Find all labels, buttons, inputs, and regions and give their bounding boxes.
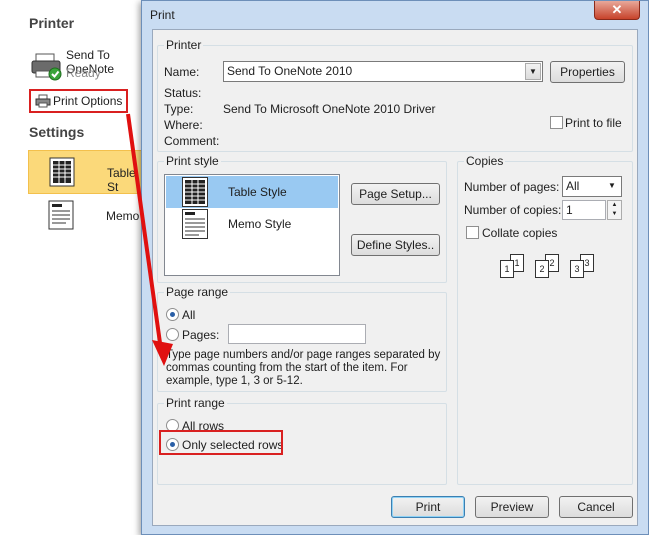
printer-selector[interactable]: Send To OneNote Ready bbox=[28, 44, 148, 90]
style-item-table[interactable]: Table Style bbox=[166, 176, 338, 208]
style-item-table-label: Table Style bbox=[228, 185, 287, 199]
print-to-file-checkbox[interactable] bbox=[550, 116, 563, 129]
comment-label: Comment: bbox=[164, 134, 220, 148]
print-button[interactable]: Print bbox=[391, 496, 465, 518]
printer-name-select[interactable]: Send To OneNote 2010 ▼ bbox=[223, 61, 543, 82]
spinner-up-icon[interactable]: ▲ bbox=[608, 201, 621, 210]
page-range-help-line-1: Type page numbers and/or page ranges sep… bbox=[166, 349, 441, 361]
preview-button[interactable]: Preview bbox=[475, 496, 549, 518]
printer-heading: Printer bbox=[29, 15, 75, 31]
copies-group: Copies Number of pages: All ▼ Number of … bbox=[457, 154, 633, 485]
page-range-all-radio[interactable] bbox=[166, 308, 179, 321]
page-range-group: Page range All Pages: Type page numbers … bbox=[157, 285, 447, 392]
chevron-down-icon[interactable]: ▼ bbox=[604, 178, 620, 195]
print-options-label: Print Options bbox=[53, 94, 123, 108]
spinner-down-icon[interactable]: ▼ bbox=[608, 210, 621, 219]
printer-icon bbox=[31, 53, 62, 81]
cancel-button[interactable]: Cancel bbox=[559, 496, 633, 518]
copy-page: 1 bbox=[500, 260, 514, 278]
setting-memo-style[interactable]: Memo bbox=[28, 194, 148, 238]
page-setup-button[interactable]: Page Setup... bbox=[351, 183, 440, 205]
page-range-pages-radio[interactable] bbox=[166, 328, 179, 341]
collate-illustration: 1 1 2 2 3 3 bbox=[496, 254, 596, 284]
highlight-box bbox=[159, 430, 283, 455]
print-range-group-title: Print range bbox=[164, 396, 227, 410]
printer-group-title: Printer bbox=[164, 38, 204, 52]
print-style-list[interactable]: Table Style Memo Style bbox=[164, 174, 340, 276]
table-style-icon bbox=[49, 157, 75, 187]
dialog-title: Print bbox=[150, 8, 175, 22]
style-item-memo[interactable]: Memo Style bbox=[166, 208, 338, 240]
setting-table-style[interactable]: Table St bbox=[28, 150, 148, 194]
settings-heading: Settings bbox=[29, 124, 85, 140]
printer-name-value: Send To OneNote 2010 bbox=[227, 64, 353, 78]
number-of-copies-label: Number of copies: bbox=[464, 203, 562, 217]
style-item-memo-label: Memo Style bbox=[228, 217, 292, 231]
copy-page: 2 bbox=[535, 260, 549, 278]
page-range-group-title: Page range bbox=[164, 285, 231, 299]
collate-copies-label: Collate copies bbox=[482, 226, 558, 240]
copies-group-title: Copies bbox=[464, 154, 506, 168]
type-label: Type: bbox=[164, 102, 194, 116]
print-options-icon bbox=[35, 94, 51, 108]
print-to-file-label: Print to file bbox=[565, 116, 622, 130]
memo-style-icon bbox=[182, 209, 208, 239]
close-button[interactable]: ✕ bbox=[594, 1, 640, 20]
table-style-icon bbox=[182, 177, 208, 207]
copies-spinner[interactable]: ▲ ▼ bbox=[607, 200, 622, 220]
define-styles-button[interactable]: Define Styles.. bbox=[351, 234, 440, 256]
printer-group: Printer Name: Send To OneNote 2010 ▼ Pro… bbox=[157, 38, 633, 152]
page-range-help-line-2: commas counting from the start of the it… bbox=[166, 362, 408, 374]
status-label: Status: bbox=[164, 86, 202, 100]
chevron-down-icon[interactable]: ▼ bbox=[525, 63, 541, 80]
number-of-copies-value: 1 bbox=[566, 203, 573, 217]
print-style-group: Print style Table Style Memo Style Page … bbox=[157, 154, 447, 283]
where-label: Where: bbox=[164, 118, 203, 132]
page-range-pages-input[interactable] bbox=[228, 324, 366, 344]
collate-copies-checkbox[interactable] bbox=[466, 226, 479, 239]
page-range-pages-label: Pages: bbox=[182, 328, 220, 342]
number-of-copies-input[interactable]: 1 bbox=[562, 200, 606, 220]
number-of-pages-select[interactable]: All ▼ bbox=[562, 176, 622, 197]
properties-button[interactable]: Properties bbox=[550, 61, 625, 83]
name-label: Name: bbox=[164, 65, 200, 79]
page-range-help-line-3: example, type 1, 3 or 5-12. bbox=[166, 375, 303, 387]
number-of-pages-label: Number of pages: bbox=[464, 180, 560, 194]
setting-memo-style-label: Memo bbox=[106, 209, 140, 223]
print-options-button[interactable]: Print Options bbox=[29, 89, 128, 113]
print-style-group-title: Print style bbox=[164, 154, 221, 168]
memo-style-icon bbox=[48, 200, 74, 230]
page-range-all-label: All bbox=[182, 308, 196, 322]
type-value: Send To Microsoft OneNote 2010 Driver bbox=[223, 102, 436, 116]
printer-status: Ready bbox=[66, 66, 101, 80]
copy-page: 3 bbox=[570, 260, 584, 278]
number-of-pages-value: All bbox=[566, 179, 580, 193]
